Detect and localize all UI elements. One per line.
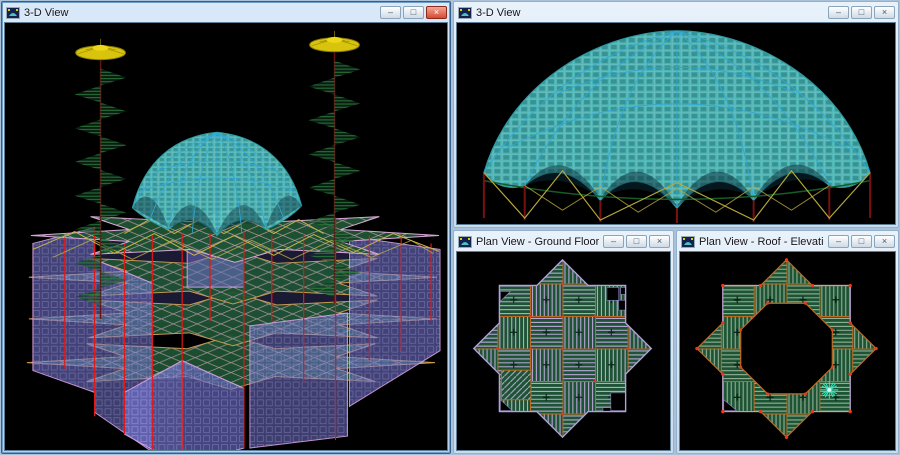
restore-button[interactable]: □ — [851, 235, 872, 248]
window-plan-ground: Plan View - Ground Floor - Elevation 948… — [453, 230, 674, 454]
restore-button[interactable]: □ — [626, 235, 647, 248]
window-icon — [458, 236, 472, 248]
restore-button[interactable]: □ — [403, 6, 424, 19]
titlebar-plan-ground[interactable]: Plan View - Ground Floor - Elevation 948… — [456, 233, 671, 251]
close-button[interactable]: × — [874, 235, 895, 248]
close-button[interactable]: × — [649, 235, 670, 248]
window-title: Plan View - Roof - Elevation 958.82 — [699, 236, 824, 248]
octagon-opening — [741, 303, 833, 394]
titlebar-main-3d[interactable]: 3-D View – □ × — [4, 4, 448, 22]
window-icon — [458, 7, 472, 19]
restore-button[interactable]: □ — [851, 6, 872, 19]
minimize-button[interactable]: – — [828, 6, 849, 19]
window-title: 3-D View — [24, 7, 376, 19]
titlebar-dome-3d[interactable]: 3-D View – □ × — [456, 4, 896, 22]
titlebar-plan-roof[interactable]: Plan View - Roof - Elevation 958.82 – □ … — [679, 233, 896, 251]
mdi-workspace: 3-D View – □ × — [0, 0, 900, 455]
dome-3d-canvas — [457, 23, 895, 224]
plan-ground-canvas — [457, 252, 670, 450]
viewport-plan-ground[interactable] — [456, 251, 671, 451]
close-button[interactable]: × — [874, 6, 895, 19]
window-plan-roof: Plan View - Roof - Elevation 958.82 – □ … — [676, 230, 899, 454]
window-3d-view-dome: 3-D View – □ × — [453, 1, 899, 228]
viewport-dome-3d[interactable] — [456, 22, 896, 225]
minimize-button[interactable]: – — [828, 235, 849, 248]
viewport-plan-roof[interactable] — [679, 251, 896, 451]
window-title: Plan View - Ground Floor - Elevation 948… — [476, 236, 599, 248]
diagonal-hatch-panel — [501, 370, 531, 400]
main-3d-canvas — [5, 23, 447, 450]
viewport-main-3d[interactable] — [4, 22, 448, 451]
minimize-button[interactable]: – — [380, 6, 401, 19]
window-icon — [681, 236, 695, 248]
minimize-button[interactable]: – — [603, 235, 624, 248]
plan-roof-canvas — [680, 252, 895, 450]
window-3d-view-main: 3-D View – □ × — [1, 1, 451, 454]
close-button[interactable]: × — [426, 6, 447, 19]
window-icon — [6, 7, 20, 19]
window-title: 3-D View — [476, 7, 824, 19]
